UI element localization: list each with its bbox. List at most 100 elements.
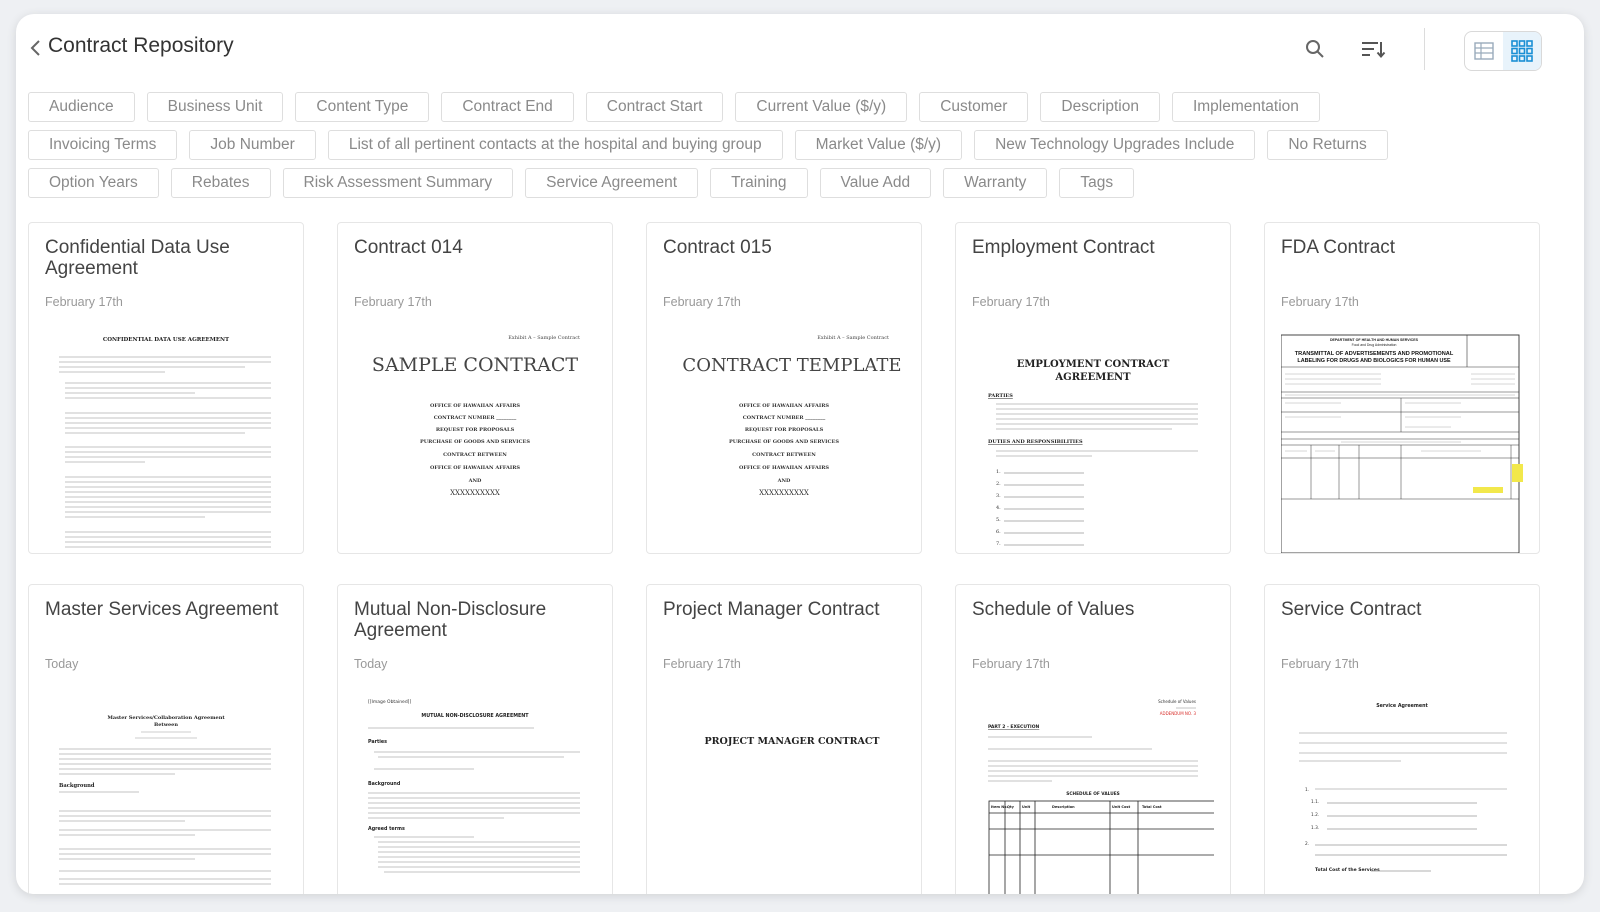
filter-chip-tags[interactable]: Tags [1059, 168, 1135, 198]
filter-chip-risk-assessment[interactable]: Risk Assessment Summary [282, 168, 514, 198]
svg-text:MUTUAL NON-DISCLOSURE AGREEMEN: MUTUAL NON-DISCLOSURE AGREEMENT [421, 713, 529, 719]
filter-chip-contract-start[interactable]: Contract Start [585, 92, 724, 122]
svg-text:CONTRACT BETWEEN: CONTRACT BETWEEN [443, 452, 507, 458]
svg-text:1.: 1. [996, 469, 1001, 475]
contract-card[interactable]: FDA Contract February 17th DEPARTMENT OF… [1264, 222, 1540, 554]
card-title: FDA Contract [1281, 237, 1396, 258]
svg-text:Exhibit A – Sample Contract: Exhibit A – Sample Contract [817, 335, 889, 341]
contract-card[interactable]: Project Manager Contract February 17th P… [646, 584, 922, 894]
svg-text:1.2.: 1.2. [1311, 812, 1319, 818]
filter-chip-description[interactable]: Description [1040, 92, 1160, 122]
filter-chip-new-tech-upgrades[interactable]: New Technology Upgrades Include [974, 130, 1256, 160]
sort-icon[interactable] [1358, 34, 1388, 64]
filter-chip-current-value[interactable]: Current Value ($/y) [735, 92, 908, 122]
document-thumbnail: DEPARTMENT OF HEALTH AND HUMAN SERVICES … [1281, 327, 1523, 553]
svg-text:2.: 2. [1305, 841, 1309, 847]
card-date: February 17th [45, 295, 123, 309]
search-icon[interactable] [1300, 34, 1330, 64]
document-thumbnail: Exhibit A – Sample Contract CONTRACT TEM… [663, 327, 905, 553]
contract-card[interactable]: Confidential Data Use Agreement February… [28, 222, 304, 554]
svg-text:PROJECT MANAGER CONTRACT: PROJECT MANAGER CONTRACT [705, 736, 880, 747]
svg-text:SCHEDULE OF VALUES: SCHEDULE OF VALUES [1066, 791, 1120, 797]
filter-chips: Audience Business Unit Content Type Cont… [28, 92, 1568, 206]
card-date: Today [45, 657, 79, 671]
svg-text:7.: 7. [996, 541, 1001, 547]
svg-text:3.: 3. [996, 493, 1001, 499]
contract-card[interactable]: Mutual Non-Disclosure Agreement Today [[… [337, 584, 613, 894]
contract-card[interactable]: Schedule of Values February 17th Schedul… [955, 584, 1231, 894]
svg-text:4.: 4. [996, 505, 1001, 511]
svg-text:DUTIES AND RESPONSIBILITIES: DUTIES AND RESPONSIBILITIES [988, 439, 1083, 445]
svg-text:LABELING FOR DRUGS AND BIOLOGI: LABELING FOR DRUGS AND BIOLOGICS FOR HUM… [1297, 358, 1451, 364]
filter-chip-training[interactable]: Training [710, 168, 808, 198]
svg-text:Schedule of Values: Schedule of Values [1158, 699, 1196, 704]
card-date: February 17th [972, 295, 1050, 309]
contract-card[interactable]: Employment Contract February 17th EMPLOY… [955, 222, 1231, 554]
table-view-icon[interactable] [1465, 32, 1503, 70]
svg-text:PURCHASE OF GOODS AND SERVICES: PURCHASE OF GOODS AND SERVICES [420, 439, 530, 445]
card-date: February 17th [1281, 295, 1359, 309]
filter-chip-business-unit[interactable]: Business Unit [146, 92, 284, 122]
filter-row-2: Invoicing Terms Job Number List of all p… [28, 130, 1568, 160]
header-divider [1424, 28, 1425, 70]
filter-chip-contract-end[interactable]: Contract End [441, 92, 574, 122]
back-chevron-icon[interactable] [24, 36, 48, 60]
filter-chip-pertinent-contacts[interactable]: List of all pertinent contacts at the ho… [327, 130, 783, 160]
svg-text:Description: Description [1052, 805, 1075, 809]
svg-text:CONTRACT BETWEEN: CONTRACT BETWEEN [752, 452, 816, 458]
document-thumbnail: Service Agreement 1. 1.1. 1.2. 1.3. 2. Total… [1281, 689, 1523, 894]
document-thumbnail: Master Services/Collaboration Agreement … [45, 689, 287, 894]
document-thumbnail: Schedule of Values ADDENDUM NO. 3 PART 2… [972, 689, 1214, 894]
filter-chip-service-agreement[interactable]: Service Agreement [525, 168, 699, 198]
svg-text:OFFICE OF HAWAIIAN AFFAIRS: OFFICE OF HAWAIIAN AFFAIRS [430, 465, 520, 471]
svg-text:XXXXXXXXXX: XXXXXXXXXX [759, 489, 809, 497]
contract-card[interactable]: Master Services Agreement Today Master S… [28, 584, 304, 894]
filter-chip-implementation[interactable]: Implementation [1171, 92, 1320, 122]
svg-text:Agreed terms: Agreed terms [368, 826, 405, 832]
card-title: Mutual Non-Disclosure Agreement [354, 599, 547, 641]
card-title: Contract 014 [354, 237, 463, 258]
svg-text:Unit Cost: Unit Cost [1112, 805, 1130, 809]
filter-row-1: Audience Business Unit Content Type Cont… [28, 92, 1568, 122]
filter-chip-value-add[interactable]: Value Add [819, 168, 932, 198]
card-title: Service Contract [1281, 599, 1422, 620]
document-thumbnail: Exhibit A – Sample Contract SAMPLE CONTR… [354, 327, 596, 553]
grid-view-icon[interactable] [1503, 32, 1541, 70]
svg-text:PART 2 - EXECUTION: PART 2 - EXECUTION [988, 724, 1040, 730]
card-date: February 17th [663, 657, 741, 671]
filter-chip-job-number[interactable]: Job Number [189, 130, 316, 160]
svg-text:Food and Drug Administration: Food and Drug Administration [1352, 343, 1397, 347]
filter-chip-rebates[interactable]: Rebates [170, 168, 271, 198]
svg-text:TRANSMITTAL OF ADVERTISEMENTS: TRANSMITTAL OF ADVERTISEMENTS AND PROMOT… [1295, 351, 1454, 357]
card-title: Master Services Agreement [45, 599, 279, 620]
contract-card[interactable]: Contract 015 February 17th Exhibit A – S… [646, 222, 922, 554]
filter-chip-content-type[interactable]: Content Type [295, 92, 430, 122]
filter-chip-no-returns[interactable]: No Returns [1267, 130, 1388, 160]
card-title: Confidential Data Use Agreement [45, 237, 230, 279]
card-date: February 17th [354, 295, 432, 309]
svg-text:AND: AND [777, 478, 791, 484]
filter-chip-option-years[interactable]: Option Years [28, 168, 159, 198]
card-title: Project Manager Contract [663, 599, 880, 620]
svg-text:DEPARTMENT OF HEALTH AND HUMAN: DEPARTMENT OF HEALTH AND HUMAN SERVICES [1330, 338, 1419, 342]
svg-text:OFFICE OF HAWAIIAN AFFAIRS: OFFICE OF HAWAIIAN AFFAIRS [739, 465, 829, 471]
svg-text:OFFICE OF HAWAIIAN AFFAIRS: OFFICE OF HAWAIIAN AFFAIRS [430, 403, 520, 409]
svg-text:Background: Background [368, 781, 401, 787]
document-thumbnail: PROJECT MANAGER CONTRACT [663, 689, 905, 894]
svg-text:Parties: Parties [368, 739, 387, 745]
filter-chip-market-value[interactable]: Market Value ($/y) [794, 130, 963, 160]
svg-text:REQUEST FOR PROPOSALS: REQUEST FOR PROPOSALS [436, 427, 515, 433]
filter-chip-audience[interactable]: Audience [28, 92, 135, 122]
contract-card[interactable]: Contract 014 February 17th Exhibit A – S… [337, 222, 613, 554]
document-thumbnail: [[Image Obtained]] MUTUAL NON-DISCLOSURE… [354, 689, 596, 894]
svg-text:1.3.: 1.3. [1311, 825, 1319, 831]
filter-chip-invoicing-terms[interactable]: Invoicing Terms [28, 130, 178, 160]
svg-text:ADDENDUM NO. 3: ADDENDUM NO. 3 [1160, 711, 1197, 716]
svg-text:Master Services/Collaboration: Master Services/Collaboration Agreement [107, 715, 225, 721]
filter-chip-warranty[interactable]: Warranty [943, 168, 1048, 198]
contract-card[interactable]: Service Contract February 17th Service A… [1264, 584, 1540, 894]
svg-text:Between: Between [154, 722, 178, 728]
svg-text:SAMPLE CONTRACT: SAMPLE CONTRACT [372, 354, 578, 376]
app-window: Contract Repository Audience Business Un… [16, 14, 1584, 894]
filter-chip-customer[interactable]: Customer [919, 92, 1029, 122]
